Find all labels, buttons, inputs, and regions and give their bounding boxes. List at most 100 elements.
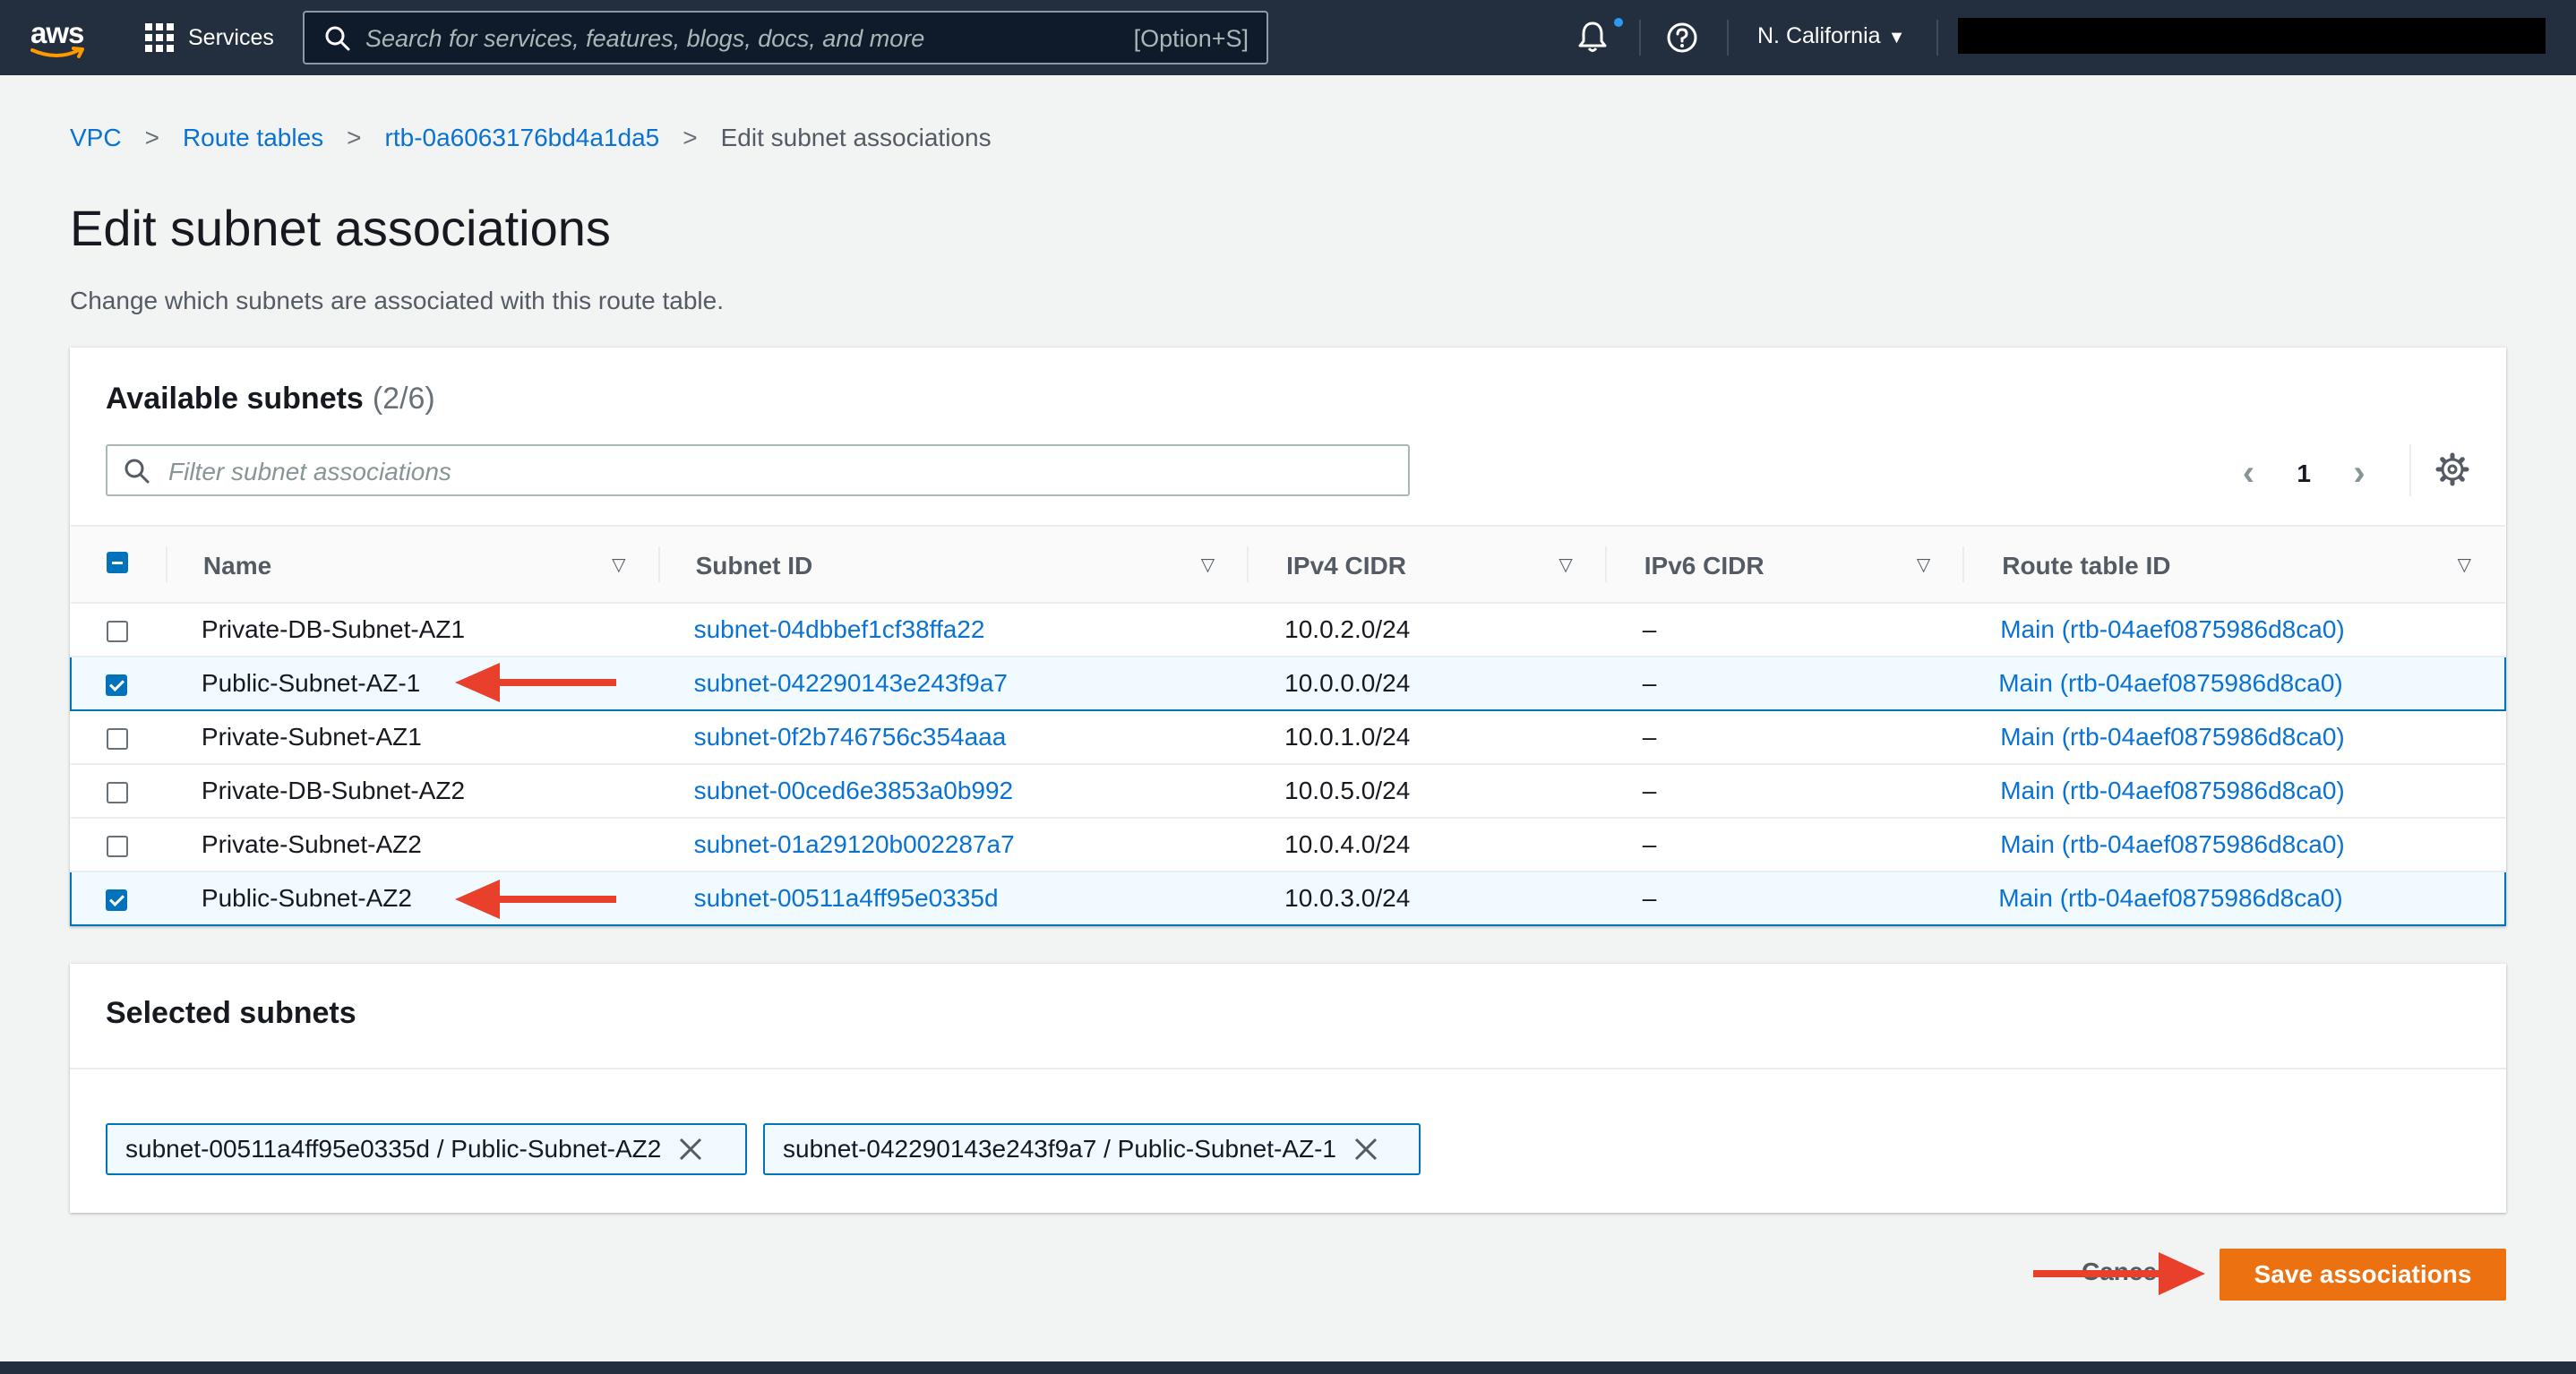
sort-icon[interactable]: ▽ (1201, 554, 1215, 576)
annotation-arrow-icon (455, 880, 616, 919)
available-subnets-panel: Available subnets(2/6) ‹ 1 › (70, 348, 2506, 926)
column-header-ipv4-cidr[interactable]: IPv4 CIDR ▽ (1249, 525, 1607, 604)
filter-box[interactable] (106, 444, 1410, 496)
search-shortcut-hint: [Option+S] (1133, 25, 1249, 52)
search-icon (125, 459, 150, 484)
ipv6-cidr: – (1642, 615, 1657, 643)
selected-subnets-panel: Selected subnets subnet-00511a4ff95e0335… (70, 964, 2506, 1213)
subnet-id-link[interactable]: subnet-042290143e243f9a7 (694, 669, 1008, 697)
sort-icon[interactable]: ▽ (612, 554, 625, 576)
region-selector[interactable]: N. California ▼ (1757, 23, 1905, 49)
column-header-route-table-id[interactable]: Route table ID ▽ (1964, 525, 2505, 604)
region-label: N. California (1757, 23, 1881, 48)
ipv6-cidr: – (1642, 884, 1657, 912)
selected-subnet-token: subnet-00511a4ff95e0335d / Public-Subnet… (106, 1123, 747, 1175)
subnet-name: Public-Subnet-AZ-1 (201, 669, 421, 697)
account-menu-redacted[interactable] (1958, 18, 2546, 54)
sort-icon[interactable]: ▽ (1558, 554, 1572, 576)
available-subnets-header: Available subnets (2/6) (106, 382, 435, 416)
available-subnets-title: Available subnets (106, 382, 364, 416)
route-table-link[interactable]: Main (rtb-04aef0875986d8ca0) (2000, 830, 2344, 858)
subnet-id-link[interactable]: subnet-00511a4ff95e0335d (694, 884, 999, 912)
subnet-id-link[interactable]: subnet-04dbbef1cf38ffa22 (694, 615, 985, 643)
sort-icon[interactable]: ▽ (1917, 554, 1930, 576)
row-checkbox[interactable] (107, 727, 128, 750)
global-search-input[interactable] (364, 20, 1084, 57)
nav-separator (1639, 20, 1641, 56)
panel-divider (70, 1068, 2506, 1069)
notification-dot (1614, 18, 1623, 27)
route-table-link[interactable]: Main (rtb-04aef0875986d8ca0) (2000, 777, 2344, 804)
select-all-checkbox[interactable] (107, 552, 128, 573)
breadcrumb-route-tables[interactable]: Route tables (183, 124, 323, 152)
annotation-arrow-icon (2033, 1252, 2205, 1295)
next-page-icon[interactable]: › (2341, 453, 2377, 494)
annotation-arrow-icon (455, 663, 616, 702)
column-header-name[interactable]: Name ▽ (167, 525, 660, 604)
row-checkbox[interactable] (107, 620, 128, 642)
subnet-id-link[interactable]: subnet-01a29120b002287a7 (694, 830, 1015, 858)
ipv4-cidr: 10.0.1.0/24 (1284, 723, 1411, 751)
subnet-id-link[interactable]: subnet-0f2b746756c354aaa (694, 723, 1007, 751)
close-icon[interactable] (1352, 1136, 1379, 1163)
chevron-right-icon: > (683, 124, 698, 151)
route-table-link[interactable]: Main (rtb-04aef0875986d8ca0) (1998, 884, 2342, 912)
ipv6-cidr: – (1642, 669, 1657, 697)
page-number[interactable]: 1 (2297, 459, 2311, 488)
breadcrumb: VPC > Route tables > rtb-0a6063176bd4a1d… (70, 124, 992, 152)
route-table-link[interactable]: Main (rtb-04aef0875986d8ca0) (2000, 723, 2344, 751)
token-label: subnet-042290143e243f9a7 / Public-Subnet… (783, 1135, 1336, 1163)
ipv4-cidr: 10.0.2.0/24 (1284, 615, 1411, 643)
breadcrumb-route-table-id[interactable]: rtb-0a6063176bd4a1da5 (385, 124, 660, 152)
route-table-link[interactable]: Main (rtb-04aef0875986d8ca0) (2000, 615, 2344, 643)
ipv4-cidr: 10.0.3.0/24 (1284, 884, 1411, 912)
column-header-subnet-id[interactable]: Subnet ID ▽ (659, 525, 1249, 604)
column-header-ipv6-cidr[interactable]: IPv6 CIDR ▽ (1606, 525, 1965, 604)
table-row[interactable]: Private-DB-Subnet-AZ1 subnet-04dbbef1cf3… (71, 603, 2505, 657)
services-menu-button[interactable]: Services (145, 20, 274, 56)
grid-icon (145, 23, 174, 52)
nav-separator (1727, 20, 1729, 56)
row-checkbox[interactable] (107, 781, 128, 803)
table-row[interactable]: Private-Subnet-AZ1 subnet-0f2b746756c354… (71, 710, 2505, 765)
row-checkbox[interactable] (106, 674, 127, 696)
sort-icon[interactable]: ▽ (2458, 554, 2471, 576)
subnet-name: Private-Subnet-AZ1 (201, 723, 422, 751)
close-icon[interactable] (677, 1136, 704, 1163)
subnet-id-link[interactable]: subnet-00ced6e3853a0b992 (694, 777, 1014, 804)
search-icon (325, 26, 350, 51)
subnet-name: Private-Subnet-AZ2 (201, 830, 422, 858)
selected-subnet-token: subnet-042290143e243f9a7 / Public-Subnet… (763, 1123, 1421, 1175)
subnet-name: Private-DB-Subnet-AZ1 (201, 615, 466, 643)
caret-down-icon: ▼ (1887, 28, 1906, 47)
ipv4-cidr: 10.0.0.0/24 (1284, 669, 1411, 697)
save-associations-button[interactable]: Save associations (2220, 1249, 2506, 1301)
bell-icon[interactable] (1576, 20, 1609, 54)
row-checkbox[interactable] (107, 835, 128, 857)
aws-logo[interactable]: aws (27, 16, 90, 58)
global-search-box[interactable]: [Option+S] (303, 11, 1268, 64)
help-icon[interactable] (1666, 21, 1698, 54)
route-table-link[interactable]: Main (rtb-04aef0875986d8ca0) (1998, 669, 2342, 697)
breadcrumb-vpc[interactable]: VPC (70, 124, 122, 152)
previous-page-icon[interactable]: ‹ (2230, 453, 2266, 494)
table-row[interactable]: Private-DB-Subnet-AZ2 subnet-00ced6e3853… (71, 764, 2505, 819)
pager-separator (2409, 444, 2411, 496)
page-description: Change which subnets are associated with… (70, 287, 724, 314)
table-row[interactable]: Public-Subnet-AZ-1 subnet-042290143e243f… (70, 656, 2506, 711)
footer-bar (0, 1361, 2576, 1374)
aws-logo-text: aws (30, 16, 84, 49)
row-checkbox[interactable] (106, 889, 127, 911)
aws-smile-icon (30, 47, 84, 58)
services-label: Services (188, 24, 274, 50)
filter-input[interactable] (167, 453, 1388, 491)
gear-icon[interactable] (2434, 451, 2470, 487)
token-label: subnet-00511a4ff95e0335d / Public-Subnet… (125, 1135, 662, 1163)
ipv6-cidr: – (1642, 777, 1657, 804)
select-all-cell (71, 525, 167, 604)
table-row[interactable]: Private-Subnet-AZ2 subnet-01a29120b00228… (71, 818, 2505, 872)
breadcrumb-current: Edit subnet associations (720, 124, 992, 151)
nav-separator (1936, 20, 1938, 56)
table-row[interactable]: Public-Subnet-AZ2 subnet-00511a4ff95e033… (70, 871, 2506, 926)
subnet-name: Public-Subnet-AZ2 (201, 884, 412, 912)
